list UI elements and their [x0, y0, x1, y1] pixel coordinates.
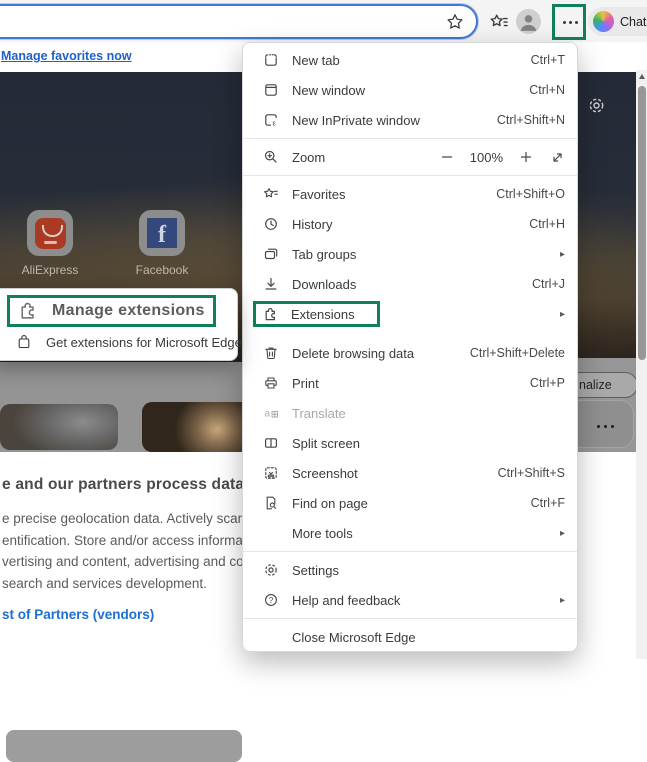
- add-favorite-star-icon[interactable]: [446, 13, 464, 31]
- trash-icon: [263, 345, 279, 361]
- new-window-icon: [263, 82, 279, 98]
- menu-item-split-screen[interactable]: Split screen: [243, 428, 577, 458]
- menu-item-downloads[interactable]: Downloads Ctrl+J: [243, 269, 577, 299]
- inprivate-window-icon: ε: [263, 112, 279, 128]
- card-more-options-icon[interactable]: [597, 425, 614, 428]
- no-icon-spacer: [263, 629, 279, 645]
- tutorial-highlight-extensions: Extensions: [253, 301, 380, 327]
- zoom-icon: [263, 149, 279, 165]
- quick-link-aliexpress[interactable]: AliExpress: [12, 210, 88, 277]
- no-icon-spacer: [263, 525, 279, 541]
- submenu-arrow-icon: ▸: [559, 308, 565, 320]
- scrollbar-up-arrow-icon[interactable]: [638, 74, 645, 79]
- menu-item-help-and-feedback[interactable]: ? Help and feedback ▸: [243, 585, 577, 615]
- printer-icon: [263, 375, 279, 391]
- split-screen-icon: [263, 435, 279, 451]
- submenu-item-manage-extensions[interactable]: Manage extensions: [7, 295, 216, 327]
- tab-groups-icon: [263, 246, 279, 262]
- menu-item-find-on-page[interactable]: Find on page Ctrl+F: [243, 488, 577, 518]
- menu-item-new-tab[interactable]: New tab Ctrl+T: [243, 45, 577, 75]
- menu-item-favorites[interactable]: Favorites Ctrl+Shift+O: [243, 179, 577, 209]
- menu-item-delete-browsing-data[interactable]: Delete browsing data Ctrl+Shift+Delete: [243, 338, 577, 368]
- menu-item-zoom[interactable]: Zoom 100%: [243, 142, 577, 172]
- store-bag-icon: [16, 334, 32, 350]
- extensions-puzzle-icon: [18, 300, 39, 321]
- copilot-icon: [593, 11, 614, 32]
- translate-icon: a: [263, 405, 279, 421]
- dimmed-card: [6, 730, 242, 762]
- menu-item-new-inprivate-window[interactable]: ε New InPrivate window Ctrl+Shift+N: [243, 105, 577, 135]
- fullscreen-icon[interactable]: [549, 149, 565, 165]
- browser-toolbar: Chat: [0, 0, 647, 42]
- menu-separator: [243, 551, 577, 552]
- svg-text:a: a: [265, 409, 271, 420]
- menu-separator: [243, 138, 577, 139]
- screenshot-icon: [263, 465, 279, 481]
- menu-separator: [243, 618, 577, 619]
- svg-text:?: ?: [269, 596, 274, 605]
- menu-item-settings[interactable]: Settings: [243, 555, 577, 585]
- find-on-page-icon: [263, 495, 279, 511]
- favorites-star-icon: [263, 186, 279, 202]
- article-thumbnail-right: [142, 402, 242, 452]
- edge-settings-menu: New tab Ctrl+T New window Ctrl+N ε New I…: [242, 42, 578, 652]
- submenu-arrow-icon: ▸: [559, 248, 565, 260]
- manage-favorites-link[interactable]: Manage favorites now: [1, 49, 132, 63]
- page-settings-gear-icon[interactable]: [587, 96, 606, 115]
- menu-item-print[interactable]: Print Ctrl+P: [243, 368, 577, 398]
- menu-item-screenshot[interactable]: Screenshot Ctrl+Shift+S: [243, 458, 577, 488]
- submenu-item-get-extensions[interactable]: Get extensions for Microsoft Edge: [16, 334, 242, 350]
- zoom-out-button[interactable]: [439, 149, 455, 165]
- chat-label: Chat: [620, 14, 647, 29]
- zoom-in-button[interactable]: [518, 149, 534, 165]
- extensions-submenu: Manage extensions Get extensions for Mic…: [0, 288, 242, 361]
- facebook-icon: f: [147, 218, 177, 248]
- menu-item-new-window[interactable]: New window Ctrl+N: [243, 75, 577, 105]
- menu-separator: [243, 175, 577, 176]
- history-icon: [263, 216, 279, 232]
- help-icon: ?: [263, 592, 279, 608]
- page-scrollbar[interactable]: [636, 70, 647, 659]
- aliexpress-icon: [34, 217, 66, 249]
- menu-item-history[interactable]: History Ctrl+H: [243, 209, 577, 239]
- zoom-level: 100%: [469, 149, 503, 165]
- submenu-arrow-icon: ▸: [559, 527, 565, 539]
- quick-link-facebook[interactable]: f Facebook: [124, 210, 200, 277]
- partners-vendors-link[interactable]: st of Partners (vendors): [2, 607, 154, 622]
- menu-item-extensions[interactable]: Extensions ▸: [243, 299, 577, 329]
- scrollbar-thumb[interactable]: [637, 86, 646, 360]
- menu-item-close-microsoft-edge[interactable]: Close Microsoft Edge: [243, 622, 577, 652]
- menu-item-more-tools[interactable]: More tools ▸: [243, 518, 577, 548]
- menu-item-translate: a Translate: [263, 405, 346, 421]
- svg-text:ε: ε: [273, 119, 277, 128]
- tutorial-highlight-toolbar: [552, 4, 586, 40]
- settings-gear-icon: [263, 562, 279, 578]
- menu-item-tab-groups[interactable]: Tab groups ▸: [243, 239, 577, 269]
- address-bar[interactable]: [0, 4, 478, 39]
- submenu-arrow-icon: ▸: [559, 594, 565, 606]
- profile-avatar[interactable]: [516, 9, 541, 34]
- copilot-chat-button[interactable]: Chat: [588, 7, 647, 36]
- favorites-icon[interactable]: [488, 11, 510, 33]
- article-thumbnail-left: [0, 404, 118, 450]
- extensions-puzzle-icon: [263, 306, 279, 322]
- downloads-icon: [263, 276, 279, 292]
- new-tab-icon: [263, 52, 279, 68]
